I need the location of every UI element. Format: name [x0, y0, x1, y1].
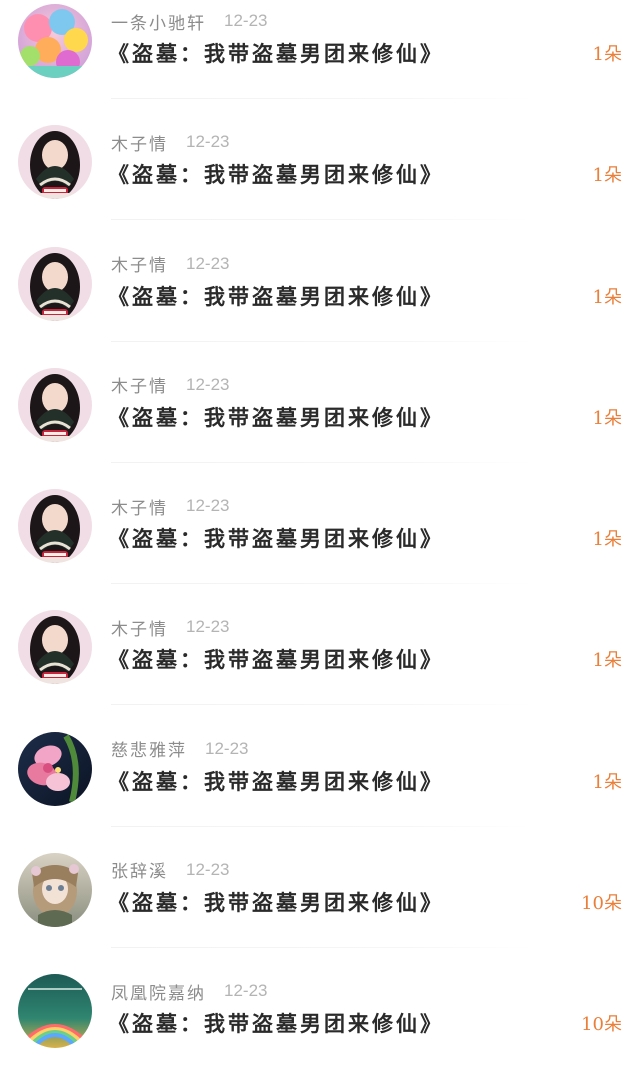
gift-date: 12-23 — [186, 617, 230, 637]
girl-with-fan-avatar-image — [18, 367, 92, 442]
username[interactable]: 一条小驰轩 — [111, 9, 206, 34]
username[interactable]: 张辞溪 — [111, 857, 168, 882]
avatar[interactable] — [18, 4, 92, 78]
book-title: 《盗墓：我带盗墓男团来修仙》 — [108, 41, 444, 66]
avatar[interactable] — [18, 610, 92, 685]
avatar[interactable] — [18, 489, 92, 563]
gift-date: 12-23 — [186, 374, 230, 394]
list-item[interactable]: 木子情 12-23 《盗墓：我带盗墓男团来修仙》 1朵 — [0, 226, 640, 347]
flower-count: 1朵 — [592, 286, 622, 308]
avatar[interactable] — [18, 367, 92, 442]
flower-count: 10朵 — [581, 1014, 622, 1035]
book-title: 《盗墓：我带盗墓男团来修仙》 — [108, 768, 444, 794]
anime-doll-avatar-image — [18, 852, 92, 927]
pink-orchid-avatar-image — [18, 731, 92, 806]
list-item[interactable]: 张辞溪 12-23 《盗墓：我带盗墓男团来修仙》 10朵 — [0, 832, 640, 953]
flower-count: 1朵 — [592, 407, 622, 429]
list-item[interactable]: 木子情 12-23 《盗墓：我带盗墓男团来修仙》 1朵 — [0, 468, 640, 589]
flower-count: 1朵 — [592, 771, 622, 793]
girl-with-fan-avatar-image — [18, 610, 92, 685]
divider — [111, 704, 531, 706]
username[interactable]: 木子情 — [111, 372, 168, 397]
divider — [111, 583, 531, 584]
rainbow-landscape-avatar-image — [18, 974, 92, 1048]
username[interactable]: 凤凰院嘉纳 — [111, 979, 206, 1004]
book-title: 《盗墓：我带盗墓男团来修仙》 — [108, 404, 444, 430]
avatar[interactable] — [18, 974, 92, 1048]
divider — [111, 825, 531, 827]
book-title: 《盗墓：我带盗墓男团来修仙》 — [108, 1011, 444, 1036]
flower-count: 1朵 — [592, 44, 622, 65]
divider — [111, 340, 531, 342]
username[interactable]: 木子情 — [111, 615, 168, 640]
book-title: 《盗墓：我带盗墓男团来修仙》 — [108, 162, 444, 188]
list-item[interactable]: 凤凰院嘉纳 12-23 《盗墓：我带盗墓男团来修仙》 10朵 — [0, 953, 640, 1074]
list-item[interactable]: 慈悲雅萍 12-23 《盗墓：我带盗墓男团来修仙》 1朵 — [0, 711, 640, 832]
gift-date: 12-23 — [224, 11, 268, 30]
gift-date: 12-23 — [205, 738, 249, 758]
balloons-avatar-image — [18, 4, 92, 78]
list-item[interactable]: 木子情 12-23 《盗墓：我带盗墓男团来修仙》 1朵 — [0, 347, 640, 468]
gift-date: 12-23 — [186, 859, 230, 879]
book-title: 《盗墓：我带盗墓男团来修仙》 — [108, 647, 444, 673]
username[interactable]: 慈悲雅萍 — [111, 736, 187, 761]
avatar[interactable] — [18, 246, 92, 321]
flower-count: 1朵 — [592, 529, 622, 550]
flower-count: 1朵 — [592, 650, 622, 672]
avatar[interactable] — [18, 125, 92, 200]
divider — [111, 946, 531, 948]
gift-date: 12-23 — [186, 132, 230, 152]
divider — [111, 98, 531, 99]
avatar[interactable] — [18, 852, 92, 927]
gift-date: 12-23 — [186, 253, 230, 273]
gift-date: 12-23 — [224, 981, 268, 1000]
list-item[interactable]: 木子情 12-23 《盗墓：我带盗墓男团来修仙》 1朵 — [0, 589, 640, 710]
gift-date: 12-23 — [186, 496, 230, 515]
girl-with-fan-avatar-image — [18, 489, 92, 563]
username[interactable]: 木子情 — [111, 251, 168, 276]
girl-with-fan-avatar-image — [18, 125, 92, 200]
username[interactable]: 木子情 — [111, 130, 168, 155]
flower-count: 10朵 — [581, 892, 622, 914]
girl-with-fan-avatar-image — [18, 246, 92, 321]
divider — [111, 461, 531, 463]
flower-count: 1朵 — [592, 165, 622, 187]
list-item[interactable]: 一条小驰轩 12-23 《盗墓：我带盗墓男团来修仙》 1朵 — [0, 0, 640, 104]
divider — [111, 219, 531, 221]
book-title: 《盗墓：我带盗墓男团来修仙》 — [108, 889, 444, 915]
username[interactable]: 木子情 — [111, 494, 168, 519]
book-title: 《盗墓：我带盗墓男团来修仙》 — [108, 283, 444, 309]
flower-gift-list: 一条小驰轩 12-23 《盗墓：我带盗墓男团来修仙》 1朵 木子情 12-23 … — [0, 0, 640, 1074]
book-title: 《盗墓：我带盗墓男团来修仙》 — [108, 526, 444, 551]
list-item[interactable]: 木子情 12-23 《盗墓：我带盗墓男团来修仙》 1朵 — [0, 104, 640, 225]
avatar[interactable] — [18, 731, 92, 806]
